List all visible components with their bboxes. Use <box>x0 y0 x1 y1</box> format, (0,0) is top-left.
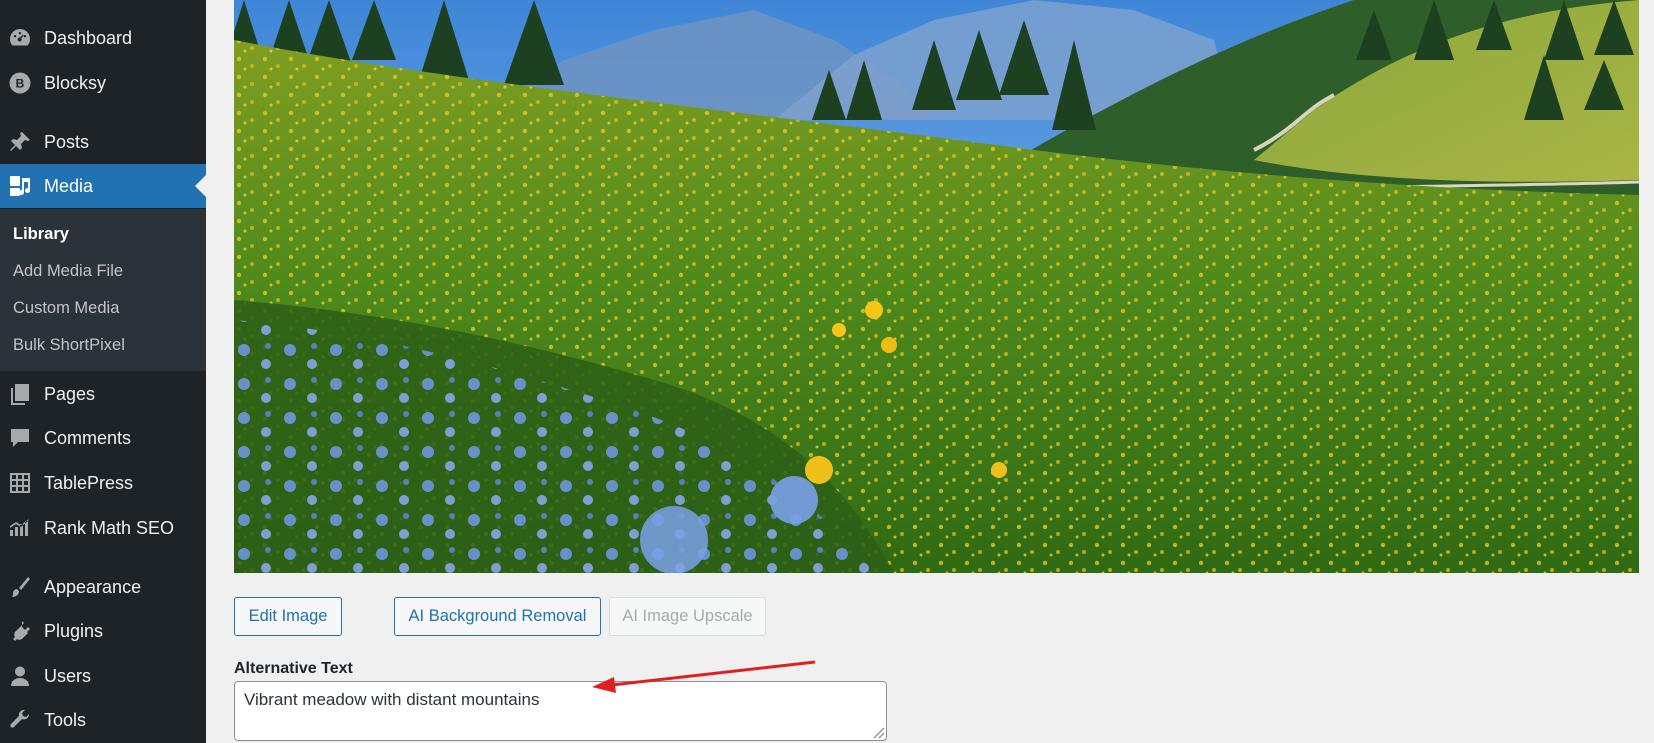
chart-icon <box>10 519 29 536</box>
menu-label: Plugins <box>44 620 104 641</box>
media-submenu: Library Add Media File Custom Media Bulk… <box>0 209 206 371</box>
comment-icon <box>11 429 29 447</box>
menu-plugins[interactable]: Plugins <box>0 609 206 653</box>
menu-rank-math-seo[interactable]: Rank Math SEO <box>0 506 206 550</box>
alt-text-field[interactable]: Vibrant meadow with distant mountains <box>234 681 887 741</box>
submenu-add-media-file[interactable]: Add Media File <box>13 262 123 281</box>
menu-label: Comments <box>44 427 132 448</box>
user-icon <box>11 666 29 686</box>
brush-icon <box>12 577 30 597</box>
alt-text-label: Alternative Text <box>234 660 353 677</box>
admin-sidebar: Dashboard B Blocksy Posts Media Library … <box>0 0 206 743</box>
menu-label: Blocksy <box>44 72 107 93</box>
menu-media[interactable]: Media <box>0 164 206 208</box>
submenu-custom-media[interactable]: Custom Media <box>13 299 119 318</box>
resize-grip-icon[interactable] <box>871 725 885 739</box>
blocksy-icon: B <box>9 72 31 94</box>
submenu-library[interactable]: Library <box>13 225 69 244</box>
svg-text:B: B <box>16 77 25 91</box>
menu-label: Tools <box>44 709 87 730</box>
wrench-icon <box>10 709 30 728</box>
menu-label: Media <box>44 175 94 196</box>
menu-posts[interactable]: Posts <box>0 120 206 164</box>
menu-pages[interactable]: Pages <box>0 372 206 416</box>
pin-icon <box>10 132 30 151</box>
plug-icon <box>13 621 30 641</box>
menu-label: Rank Math SEO <box>44 517 175 538</box>
media-icon <box>10 176 31 196</box>
dashboard-icon <box>10 29 30 46</box>
image-preview <box>234 0 1639 573</box>
menu-label: Posts <box>44 131 90 152</box>
menu-comments[interactable]: Comments <box>0 416 206 460</box>
ai-background-removal-button[interactable]: AI Background Removal <box>394 597 601 636</box>
menu-label: Pages <box>44 383 96 404</box>
menu-label: Dashboard <box>44 27 133 48</box>
menu-users[interactable]: Users <box>0 654 206 698</box>
menu-tools[interactable]: Tools <box>0 698 206 742</box>
edit-image-button[interactable]: Edit Image <box>234 597 342 636</box>
menu-blocksy[interactable]: B Blocksy <box>0 61 206 105</box>
menu-label: Appearance <box>44 576 142 597</box>
menu-dashboard[interactable]: Dashboard <box>0 16 206 60</box>
menu-appearance[interactable]: Appearance <box>0 565 206 609</box>
submenu-bulk-shortpixel[interactable]: Bulk ShortPixel <box>13 336 125 355</box>
menu-tablepress[interactable]: TablePress <box>0 461 206 505</box>
pages-icon <box>11 384 29 405</box>
menu-label: TablePress <box>44 472 134 493</box>
ai-image-upscale-button: AI Image Upscale <box>609 597 766 636</box>
menu-label: Users <box>44 665 92 686</box>
table-icon <box>10 473 30 493</box>
